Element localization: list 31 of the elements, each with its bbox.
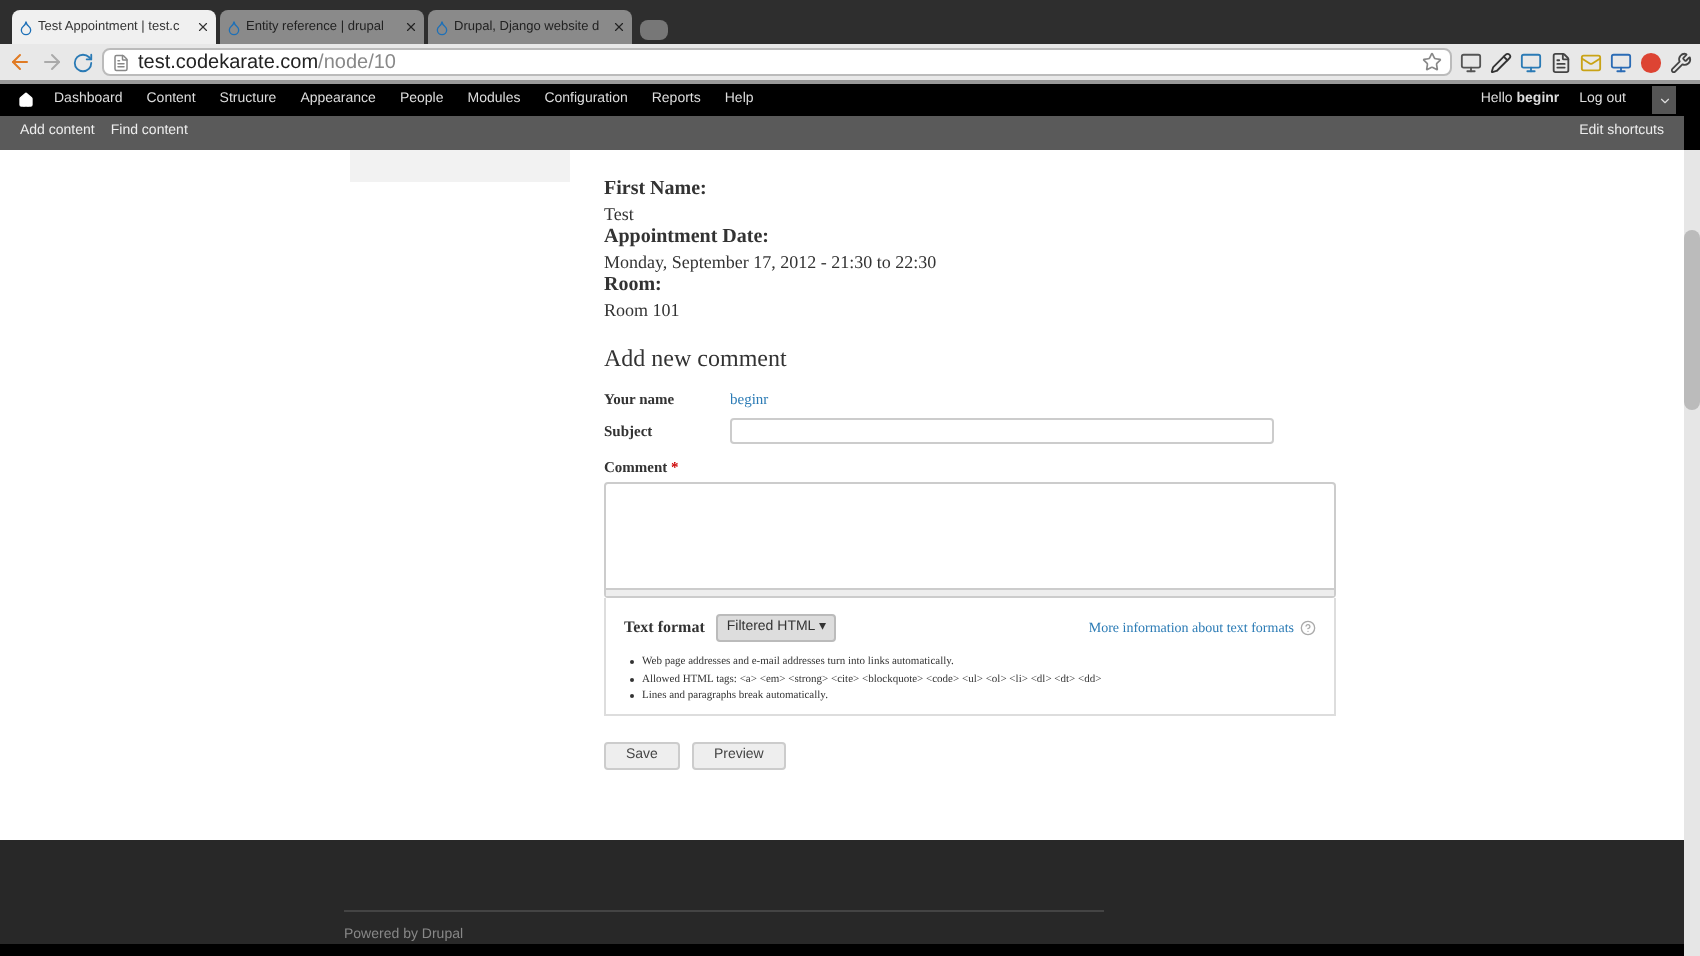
form-label: Text format	[624, 616, 705, 641]
close-icon[interactable]	[404, 20, 418, 34]
drop-icon	[226, 19, 242, 35]
close-icon[interactable]	[612, 20, 626, 34]
help-icon	[1300, 620, 1316, 637]
resize-grip[interactable]	[606, 588, 1334, 597]
section-heading: Add new comment	[604, 342, 789, 376]
address-bar[interactable]: test.codekarate.com/node/10	[102, 48, 1452, 76]
field-value: Test	[604, 202, 636, 226]
drop-icon	[18, 19, 34, 35]
drop-icon	[434, 19, 450, 35]
back-icon[interactable]	[8, 50, 32, 74]
close-icon[interactable]	[196, 20, 210, 34]
field-label: First Name:	[604, 178, 709, 202]
shortcuts-toggle-button[interactable]	[1652, 86, 1676, 114]
field-label: Appointment Date:	[604, 226, 771, 250]
pen-icon[interactable]	[1490, 51, 1512, 73]
field-value: Room 101	[604, 298, 682, 322]
settings-icon[interactable]	[1670, 51, 1692, 73]
url-text: test.codekarate.com/node/10	[138, 49, 396, 77]
field-label: Room:	[604, 274, 664, 298]
mail-icon[interactable]	[1580, 51, 1602, 73]
chevron-down-icon	[1657, 93, 1671, 107]
subject-field[interactable]	[730, 418, 1274, 444]
page-icon	[112, 53, 130, 71]
reload-icon[interactable]	[72, 51, 94, 73]
new-tab-button[interactable]	[640, 20, 668, 40]
home-icon[interactable]	[18, 92, 34, 108]
comment-field[interactable]	[604, 482, 1336, 599]
bookmark-star-icon[interactable]	[1422, 52, 1442, 72]
field-value: Monday, September 17, 2012 - 21:30 to 22:30	[604, 250, 939, 274]
